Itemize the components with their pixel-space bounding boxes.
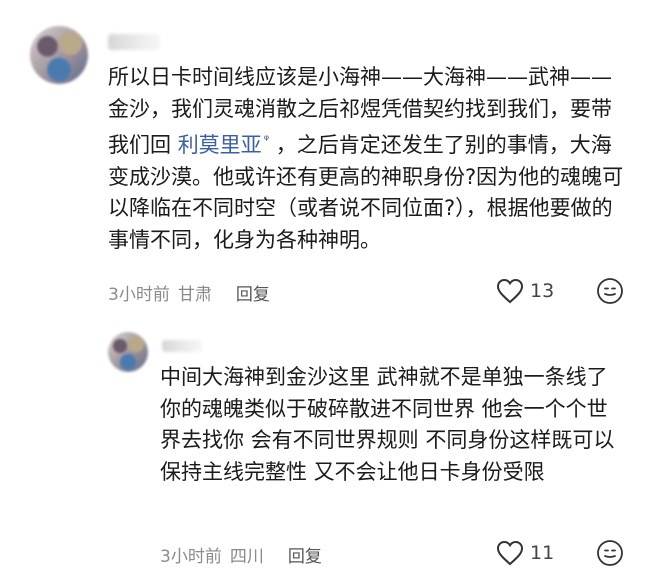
like-button[interactable]: 11 (496, 540, 554, 566)
like-count: 11 (530, 542, 555, 564)
smiley-face-icon[interactable] (596, 539, 624, 567)
comment-meta: 3小时前 甘肃 回复 (108, 280, 270, 305)
timestamp: 3小时前 (160, 547, 222, 567)
username-blurred[interactable] (108, 34, 160, 50)
avatar[interactable] (108, 332, 148, 372)
reply-button[interactable]: 回复 (288, 542, 322, 567)
heart-outline-icon (496, 278, 524, 304)
reply-button[interactable]: 回复 (236, 280, 270, 305)
comment-text: 所以日卡时间线应该是小海神——大海神——武神——金沙，我们灵魂消散之后祁煜凭借契… (108, 62, 626, 256)
avatar[interactable] (30, 26, 88, 84)
timestamp: 3小时前 (108, 285, 170, 305)
like-button[interactable]: 13 (496, 278, 554, 304)
username-blurred[interactable] (162, 340, 202, 352)
comment-text: 中间大海神到金沙这里 武神就不是单独一条线了 你的魂魄类似于破碎散进不同世界 他… (160, 365, 615, 484)
smiley-face-icon[interactable] (596, 277, 624, 305)
comment-meta: 3小时前 四川 回复 (160, 542, 322, 567)
location: 甘肃 (177, 285, 212, 305)
topic-link-label: 利莫里亚 (177, 133, 262, 157)
location: 四川 (229, 547, 264, 567)
heart-outline-icon (496, 540, 524, 566)
like-count: 13 (530, 280, 555, 302)
topic-link[interactable]: 利莫里亚 ᵠ (178, 133, 269, 157)
